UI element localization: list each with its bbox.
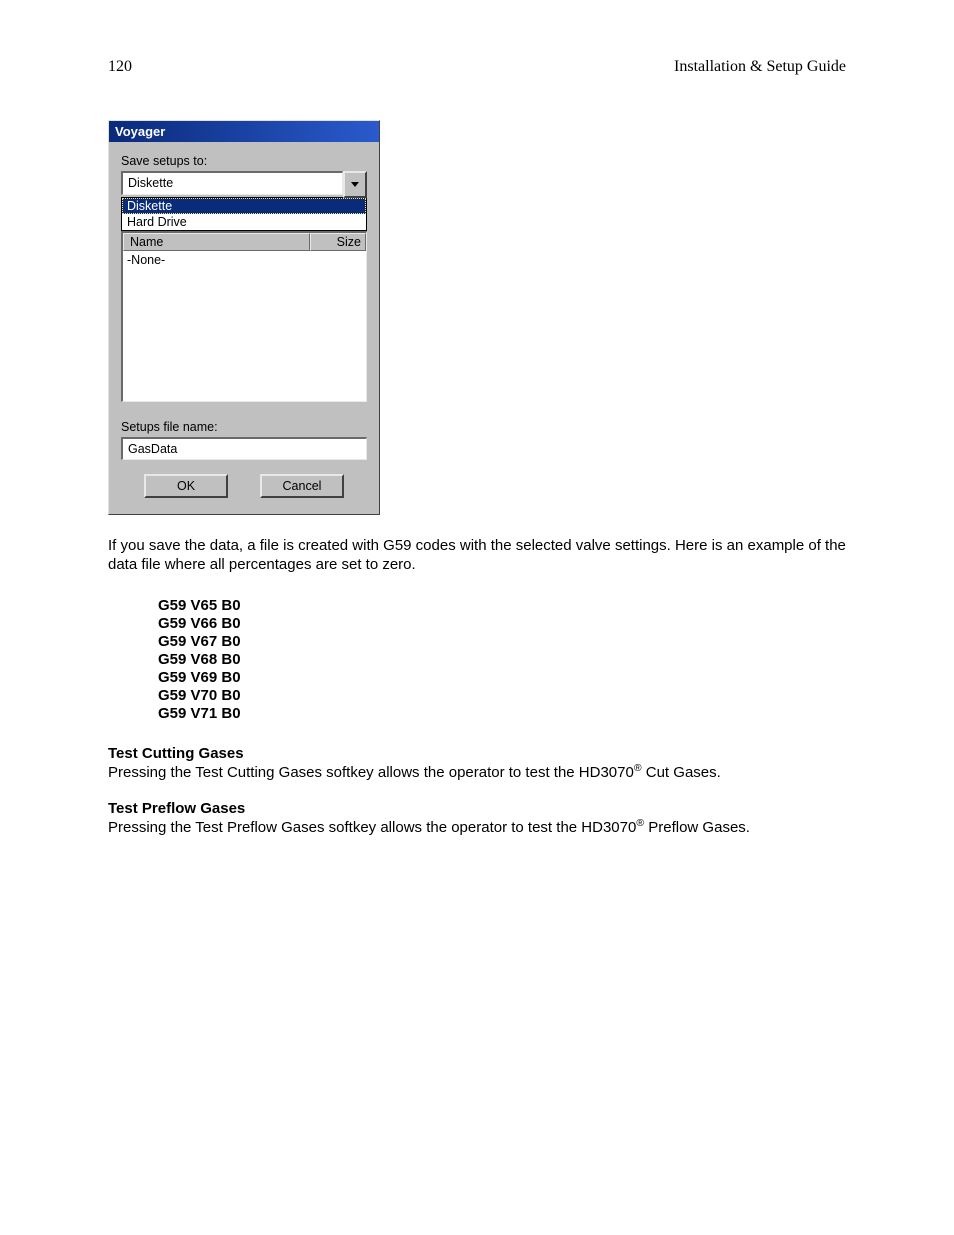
test-cutting-title: Test Cutting Gases	[108, 745, 846, 762]
filename-label: Setups file name:	[121, 420, 367, 434]
file-list-body[interactable]: -None-	[123, 251, 366, 401]
test-cutting-body: Pressing the Test Cutting Gases softkey …	[108, 762, 846, 783]
save-setups-dialog: Voyager Save setups to: Diskette Diskett…	[108, 120, 380, 515]
chevron-down-icon	[351, 182, 359, 187]
paragraph-save-data: If you save the data, a file is created …	[108, 537, 846, 575]
gcode-example: G59 V65 B0 G59 V66 B0 G59 V67 B0 G59 V68…	[158, 597, 846, 723]
file-list-empty: -None-	[127, 253, 165, 267]
file-list[interactable]: Name Size -None-	[121, 231, 367, 402]
test-preflow-body: Pressing the Test Preflow Gases softkey …	[108, 817, 846, 838]
save-to-label: Save setups to:	[121, 154, 367, 168]
page-header: 120 Installation & Setup Guide	[108, 58, 846, 76]
filename-input[interactable]	[121, 437, 367, 460]
doc-title: Installation & Setup Guide	[674, 58, 846, 76]
combo-dropdown-button[interactable]	[343, 171, 367, 198]
dialog-titlebar[interactable]: Voyager	[109, 121, 379, 142]
file-list-header: Name Size	[123, 233, 366, 251]
ok-button[interactable]: OK	[144, 474, 228, 498]
column-size[interactable]: Size	[310, 233, 366, 251]
column-name[interactable]: Name	[123, 233, 310, 251]
combo-option-harddrive[interactable]: Hard Drive	[122, 214, 366, 230]
test-preflow-title: Test Preflow Gases	[108, 800, 846, 817]
cancel-button[interactable]: Cancel	[260, 474, 344, 498]
combo-option-diskette[interactable]: Diskette	[122, 198, 366, 214]
combo-selected-value[interactable]: Diskette	[121, 171, 343, 195]
save-to-combo[interactable]: Diskette	[121, 171, 367, 198]
page-number: 120	[108, 58, 132, 76]
combo-dropdown-list[interactable]: Diskette Hard Drive	[121, 197, 367, 231]
